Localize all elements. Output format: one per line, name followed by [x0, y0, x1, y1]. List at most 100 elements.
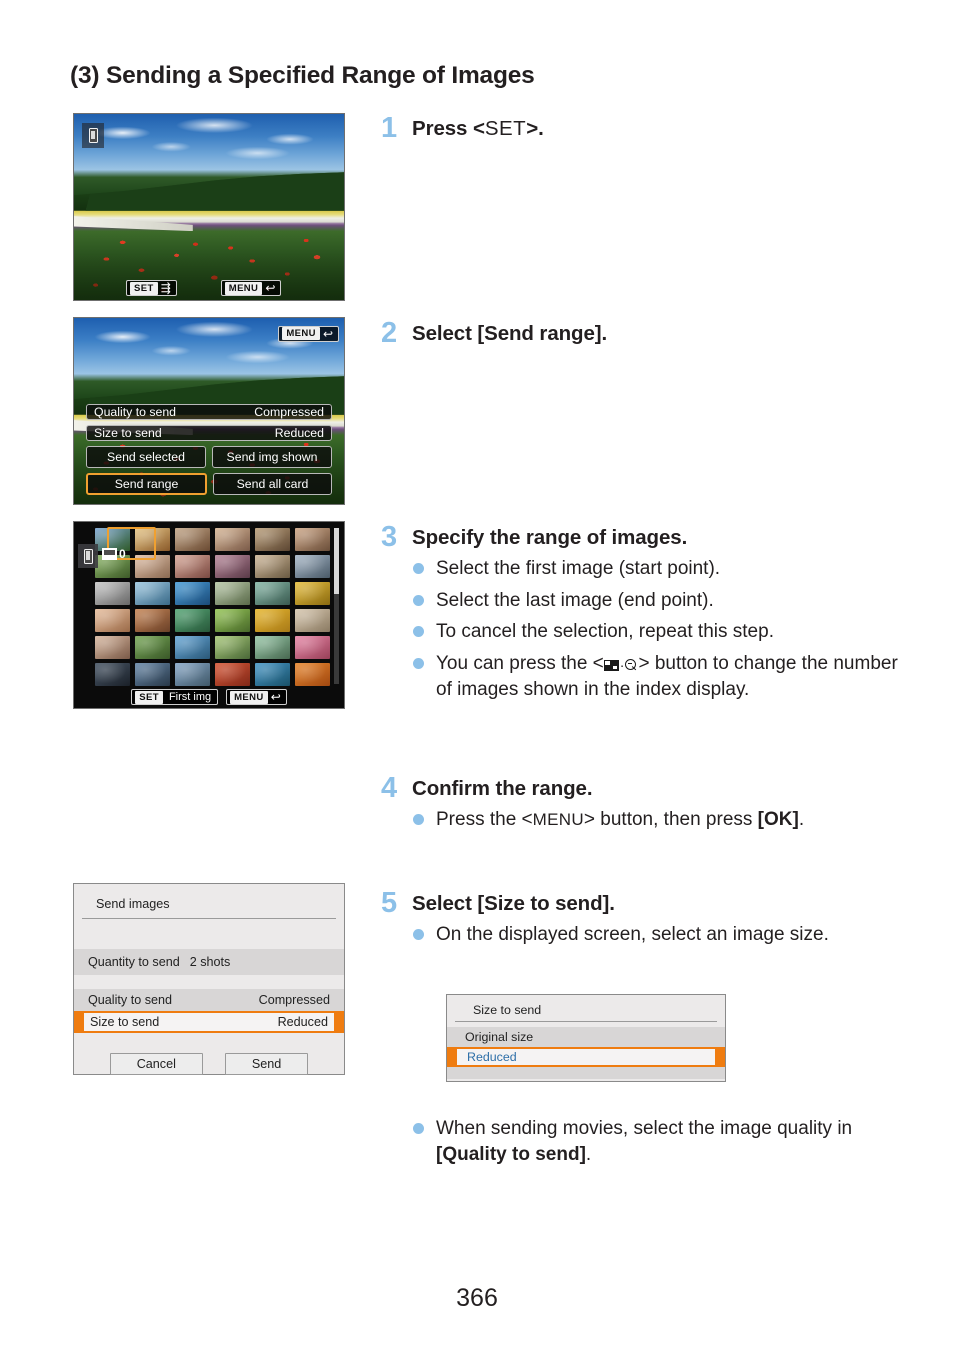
page-title: (3) Sending a Specified Range of Images	[70, 62, 535, 89]
option-original-size[interactable]: Original size	[447, 1027, 725, 1047]
menu-key-label: MENU	[282, 327, 320, 340]
set-first-img-guide[interactable]: SET First img	[131, 689, 219, 705]
thumbnail[interactable]	[215, 663, 250, 686]
thumbnail[interactable]	[295, 663, 330, 686]
set-key-label: SET	[135, 690, 163, 704]
step-title: Press <SET>.	[412, 116, 544, 141]
thumbnail[interactable]	[295, 582, 330, 605]
menu-guide[interactable]: MENU ↩	[226, 689, 287, 705]
playback-image-screen: SET ⇶ MENU ↩	[73, 113, 345, 301]
bullet-item: On the displayed screen, select an image…	[413, 922, 905, 948]
thumbnail[interactable]	[255, 528, 290, 551]
menu-return-guide[interactable]: MENU ↩	[278, 323, 339, 342]
bullet-text: To cancel the selection, repeat this ste…	[436, 621, 774, 643]
thumbnail[interactable]	[135, 609, 170, 632]
thumbnail[interactable]	[135, 663, 170, 686]
step-title: Select [Size to send].	[412, 892, 615, 915]
index-scrollbar[interactable]	[334, 528, 339, 684]
thumbnail[interactable]	[255, 582, 290, 605]
step-number: 2	[381, 317, 398, 349]
menu-guide[interactable]: MENU ↩	[220, 280, 282, 296]
thumbnail[interactable]	[215, 528, 250, 551]
thumbnail[interactable]	[135, 636, 170, 659]
option-quality-to-send[interactable]: Quality to send Compressed	[86, 404, 332, 420]
dialog-button-row: Cancel Send	[74, 1053, 344, 1075]
thumbnail[interactable]	[95, 609, 130, 632]
bullet-item: Select the last image (end point).	[413, 588, 905, 614]
row-label: Quality to send	[88, 993, 173, 1007]
thumbnail[interactable]	[295, 609, 330, 632]
thumbnail[interactable]	[215, 582, 250, 605]
thumbnail[interactable]	[95, 636, 130, 659]
button-send-all-card[interactable]: Send all card	[213, 473, 332, 495]
send-options-list: Quality to send Compressed Size to send …	[86, 404, 332, 495]
bullet-dot-icon	[413, 657, 424, 669]
dialog-footer-strip	[447, 1067, 725, 1079]
bullet-item: Select the first image (start point).	[413, 556, 905, 582]
page-number: 366	[456, 1284, 498, 1312]
option-reduced[interactable]: Reduced	[447, 1047, 725, 1067]
thumbnail[interactable]	[215, 636, 250, 659]
thumbnail[interactable]	[215, 609, 250, 632]
return-arrow-icon: ↩	[265, 281, 276, 295]
send-to-device-icon: ⇶	[160, 281, 171, 295]
quantity-to-send-row: Quantity to send 2 shots	[74, 949, 344, 975]
thumbnail[interactable]	[135, 582, 170, 605]
thumbnail[interactable]	[295, 555, 330, 578]
ok-button-reference: [OK]	[757, 808, 799, 830]
thumbnail[interactable]	[255, 663, 290, 686]
cancel-button[interactable]: Cancel	[109, 1053, 203, 1075]
dialog-row-quality-to-send[interactable]: Quality to send Compressed	[74, 989, 344, 1011]
option-label: Quality to send	[94, 405, 177, 419]
button-send-selected[interactable]: Send selected	[86, 446, 206, 468]
clouds-layer	[74, 114, 344, 178]
row-value: Reduced	[277, 1015, 328, 1029]
quantity-value: 2 shots	[189, 955, 231, 969]
set-guide[interactable]: SET ⇶	[126, 280, 177, 296]
dialog-row-size-to-send[interactable]: Size to send Reduced	[74, 1011, 344, 1033]
thumbnail[interactable]	[255, 555, 290, 578]
option-size-to-send[interactable]: Size to send Reduced	[86, 425, 332, 441]
step-title-suffix: >.	[526, 117, 544, 140]
thumbnail[interactable]	[295, 528, 330, 551]
thumbnail[interactable]	[175, 582, 210, 605]
menu-key-label: MENU	[224, 281, 263, 295]
thumbnail[interactable]	[95, 663, 130, 686]
index-display-screen: 0 SET First img MENU ↩	[73, 521, 345, 709]
step-number: 3	[381, 521, 398, 553]
button-send-img-shown[interactable]: Send img shown	[212, 446, 332, 468]
manual-page: (3) Sending a Specified Range of Images …	[0, 0, 954, 1345]
pathway-layer	[74, 216, 193, 232]
thumbnail[interactable]	[295, 636, 330, 659]
thumbnail[interactable]	[255, 609, 290, 632]
bullet-text: Select the last image (end point).	[436, 589, 714, 611]
bullet-text-after: .	[798, 808, 805, 830]
thumbnail[interactable]	[175, 528, 210, 551]
thumbnail[interactable]	[95, 582, 130, 605]
flower-field-photo	[74, 114, 344, 300]
return-arrow-icon: ↩	[322, 326, 333, 341]
step-title: Specify the range of images.	[412, 526, 688, 549]
bullet-dot-icon	[413, 626, 424, 638]
thumbnail[interactable]	[175, 555, 210, 578]
thumbnail[interactable]	[175, 609, 210, 632]
step-title-prefix: Press <	[412, 117, 485, 140]
button-send-range[interactable]: Send range	[86, 473, 207, 495]
thumbnail[interactable]	[175, 636, 210, 659]
step-number: 4	[381, 772, 398, 804]
step-number: 1	[381, 112, 398, 144]
send-button[interactable]: Send	[224, 1053, 309, 1075]
option-value: Compressed	[254, 405, 324, 419]
bullet-item: To cancel the selection, repeat this ste…	[413, 619, 905, 645]
bullet-text: On the displayed screen, select an image…	[436, 923, 829, 945]
thumbnail[interactable]	[255, 636, 290, 659]
bullet-dot-icon	[413, 594, 424, 606]
thumbnail[interactable]	[175, 663, 210, 686]
menu-key-label: MENU	[230, 690, 268, 704]
selection-count-badge: 0	[102, 547, 126, 561]
step-3: 3 Specify the range of images. Select th…	[381, 521, 905, 702]
step-1: 1 Press <SET>.	[381, 112, 905, 144]
thumbnail[interactable]	[215, 555, 250, 578]
quantity-label: Quantity to send	[88, 955, 180, 969]
scrollbar-thumb[interactable]	[334, 528, 339, 594]
